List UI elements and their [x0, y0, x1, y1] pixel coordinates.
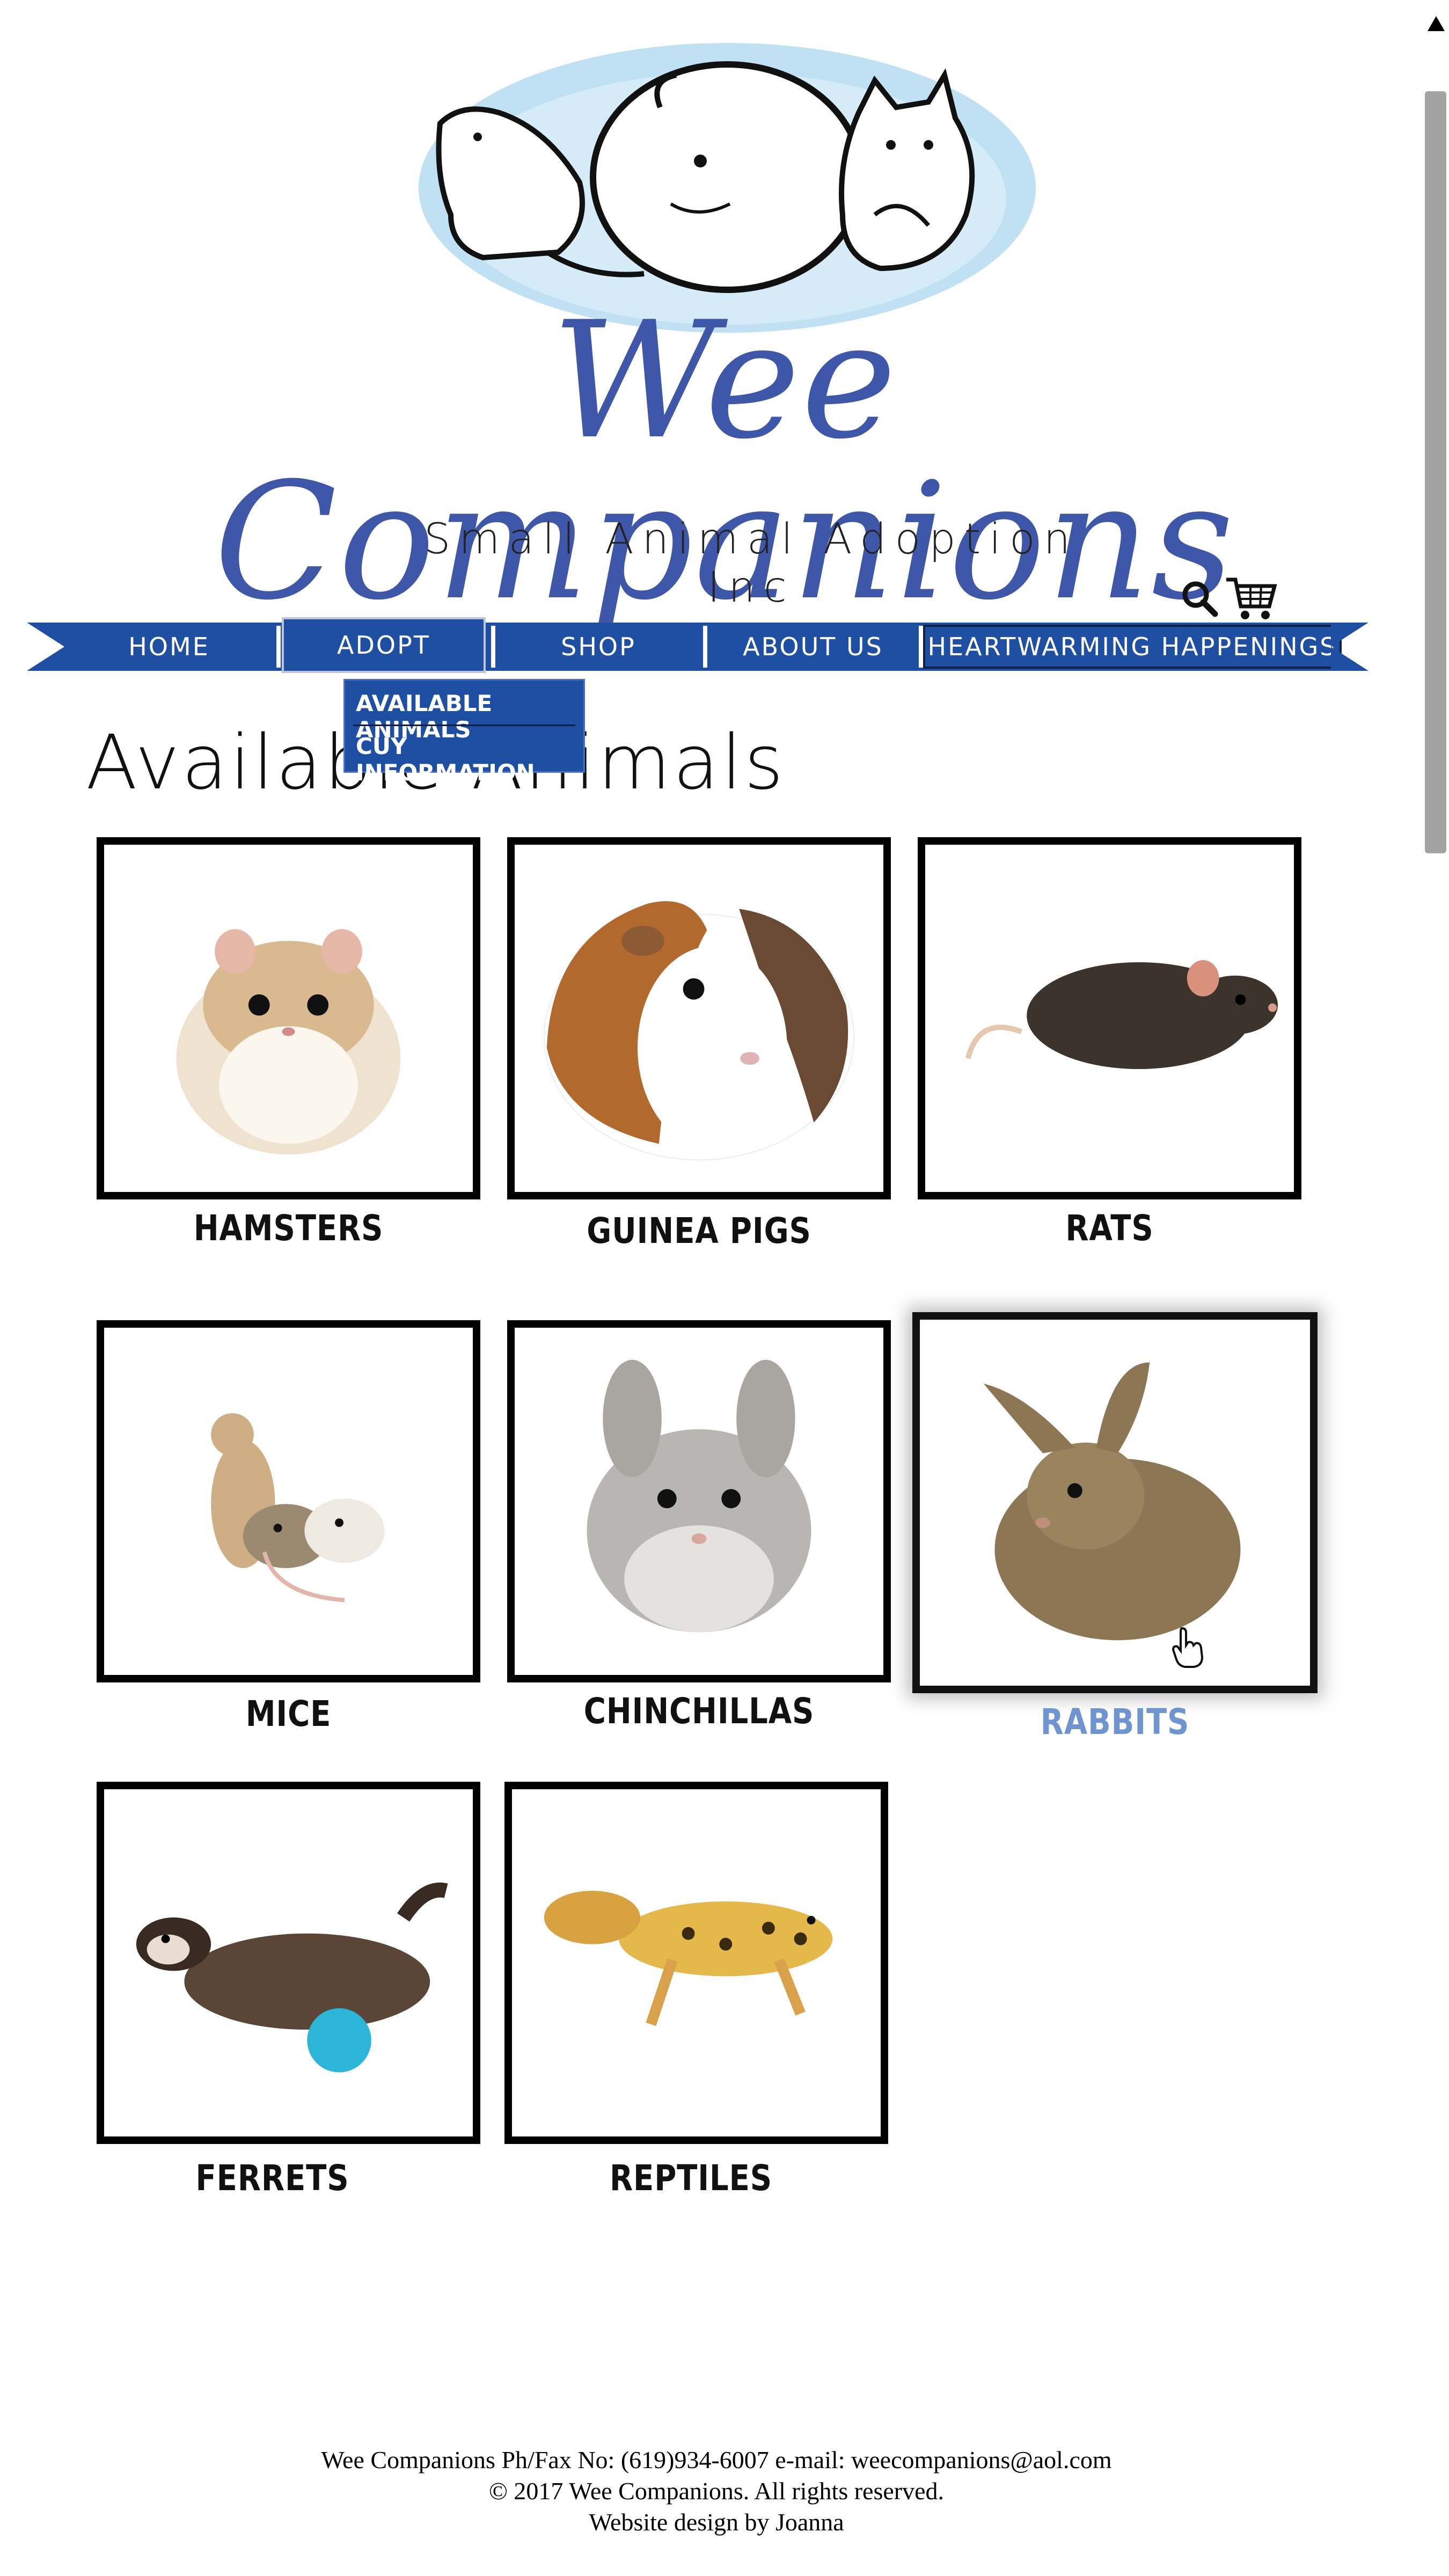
animal-card-hamsters[interactable] [97, 837, 480, 1199]
nav-shop[interactable]: SHOP [496, 625, 700, 669]
footer-contact: Wee Companions Ph/Fax No: (619)934-6007 … [321, 2446, 1112, 2473]
animal-label-rabbits[interactable]: RABBITS [952, 1701, 1278, 1743]
scrollbar-thumb[interactable] [1425, 91, 1446, 853]
rabbit-image [983, 1362, 1241, 1641]
cart-icon[interactable] [1224, 574, 1277, 623]
nav-divider [491, 626, 495, 668]
dropdown-item-cuy-information[interactable]: CUY INFORMATION [356, 733, 583, 786]
animal-card-rats[interactable] [918, 837, 1301, 1199]
animal-card-chinchillas[interactable] [507, 1320, 891, 1682]
footer-copyright: © 2017 Wee Companions. All rights reserv… [488, 2477, 945, 2505]
ferret-image [136, 1882, 448, 2073]
nav-about-us[interactable]: ABOUT US [708, 625, 918, 669]
ribbon-right-end [1331, 623, 1368, 671]
nav-adopt[interactable]: ADOPT [282, 617, 486, 673]
animal-label-rats[interactable]: RATS [947, 1208, 1273, 1249]
animal-label-chinchillas[interactable]: CHINCHILLAS [536, 1690, 862, 1732]
guinea-pig-image [543, 901, 855, 1161]
nav-heartwarming-happenings[interactable]: HEARTWARMING HAPPENINGS [923, 625, 1342, 669]
hand-pointer-cursor-icon [1172, 1627, 1204, 1668]
scroll-up-arrow-icon[interactable] [1428, 16, 1445, 31]
animal-card-rabbits[interactable] [912, 1312, 1318, 1693]
chinchilla-image [587, 1359, 811, 1633]
reptile-image [544, 1891, 833, 2026]
animal-card-guinea-pigs[interactable] [507, 837, 891, 1199]
nav-home[interactable]: HOME [64, 625, 274, 669]
animal-card-ferrets[interactable] [97, 1782, 480, 2144]
nav-divider [276, 626, 281, 668]
adopt-dropdown-menu: AVAILABLE ANIMALS CUY INFORMATION [343, 679, 585, 786]
dropdown-divider [353, 724, 575, 726]
ribbon-left-end [27, 623, 64, 671]
animal-label-reptiles[interactable]: REPTILES [528, 2157, 854, 2199]
animal-label-mice[interactable]: MICE [126, 1693, 452, 1735]
animal-label-guinea-pigs[interactable]: GUINEA PIGS [536, 1210, 862, 1252]
main-nav: HOME ADOPT SHOP ABOUT US HEARTWARMING HA… [27, 617, 1368, 673]
hamster-image [176, 929, 401, 1155]
animal-label-hamsters[interactable]: HAMSTERS [126, 1208, 452, 1249]
footer: Wee Companions Ph/Fax No: (619)934-6007 … [0, 2445, 1433, 2538]
footer-credit: Website design by Joanna [589, 2508, 844, 2536]
animal-card-mice[interactable] [97, 1320, 480, 1682]
nav-divider [919, 626, 923, 668]
rat-image [965, 960, 1278, 1070]
brand-tagline: Small Animal Adoption Inc [423, 515, 1079, 612]
nav-divider [703, 626, 707, 668]
animal-card-reptiles[interactable] [504, 1782, 888, 2144]
nav-bar: HOME ADOPT SHOP ABOUT US HEARTWARMING HA… [64, 617, 1342, 673]
animal-label-ferrets[interactable]: FERRETS [109, 2157, 436, 2199]
mice-image [211, 1413, 385, 1602]
search-icon[interactable] [1181, 580, 1218, 617]
